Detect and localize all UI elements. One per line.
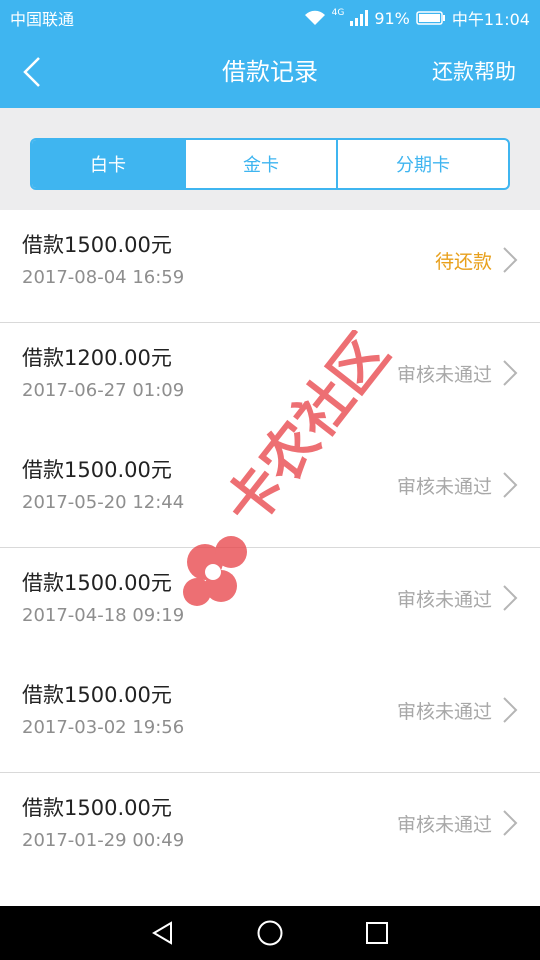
list-item[interactable]: 借款1500.00元 2017-04-18 09:19 审核未通过: [0, 548, 540, 661]
battery-percent: 91%: [374, 8, 410, 28]
list-item[interactable]: 借款1500.00元 2017-01-29 00:49 审核未通过: [0, 773, 540, 886]
loan-amount: 借款1500.00元: [22, 458, 172, 482]
nav-home-button[interactable]: [250, 913, 290, 953]
chevron-right-icon: [503, 809, 518, 836]
app-header: 借款记录 还款帮助: [0, 36, 540, 108]
battery-icon: [416, 10, 446, 26]
nav-recents-button[interactable]: [357, 913, 397, 953]
loan-date: 2017-01-29 00:49: [22, 829, 185, 851]
chevron-right-icon: [503, 247, 518, 273]
list-item[interactable]: 借款1500.00元 2017-05-20 12:44 审核未通过: [0, 435, 540, 548]
loan-status: 审核未通过: [396, 701, 492, 723]
chevron-right-icon: [503, 359, 518, 386]
tab-gold-card[interactable]: 金卡: [184, 140, 336, 188]
chevron-right-icon: [503, 584, 518, 611]
loan-record-list: 借款1500.00元 2017-08-04 16:59 待还款 借款1200.0…: [0, 210, 540, 906]
wifi-icon: [304, 10, 326, 26]
loan-date: 2017-08-04 16:59: [22, 267, 185, 288]
clock: 中午11:04: [451, 10, 530, 29]
chevron-right-icon: [503, 697, 518, 723]
square-recents-icon: [365, 922, 388, 944]
loan-amount: 借款1500.00元: [22, 795, 172, 820]
carrier-name: 中国联通: [10, 10, 75, 29]
loan-amount: 借款1200.00元: [22, 345, 172, 370]
loan-date: 2017-04-18 09:19: [22, 604, 185, 626]
loan-status: 审核未通过: [396, 476, 492, 498]
signal-icon: [350, 10, 369, 26]
loan-amount: 借款1500.00元: [22, 233, 172, 257]
nav-back-button[interactable]: [143, 913, 183, 953]
repayment-help-link[interactable]: 还款帮助: [432, 36, 516, 108]
card-type-tabs-area: 白卡 金卡 分期卡: [0, 108, 540, 210]
system-nav-bar: [0, 906, 540, 960]
status-bar: 中国联通 4G 91% 中午11:04: [0, 0, 540, 36]
chevron-right-icon: [503, 472, 518, 498]
loan-amount: 借款1500.00元: [22, 570, 172, 595]
loan-status: 审核未通过: [396, 813, 492, 836]
card-type-tabs: 白卡 金卡 分期卡: [30, 138, 510, 190]
status-icons: 4G 91% 中午11:04: [304, 6, 530, 30]
loan-status: 审核未通过: [396, 588, 492, 611]
list-item[interactable]: 借款1500.00元 2017-03-02 19:56 审核未通过: [0, 660, 540, 773]
triangle-back-icon: [152, 921, 173, 945]
tab-white-card[interactable]: 白卡: [32, 140, 184, 188]
loan-amount: 借款1500.00元: [22, 683, 172, 707]
loan-status: 待还款: [434, 251, 492, 273]
list-item[interactable]: 借款1500.00元 2017-08-04 16:59 待还款: [0, 210, 540, 323]
circle-home-icon: [257, 920, 283, 946]
loan-date: 2017-05-20 12:44: [22, 492, 185, 513]
loan-date: 2017-03-02 19:56: [22, 717, 185, 738]
network-type: 4G: [331, 8, 345, 18]
loan-date: 2017-06-27 01:09: [22, 379, 185, 401]
list-item[interactable]: 借款1200.00元 2017-06-27 01:09 审核未通过: [0, 323, 540, 436]
loan-status: 审核未通过: [396, 363, 492, 386]
tab-installment-card[interactable]: 分期卡: [336, 140, 508, 188]
